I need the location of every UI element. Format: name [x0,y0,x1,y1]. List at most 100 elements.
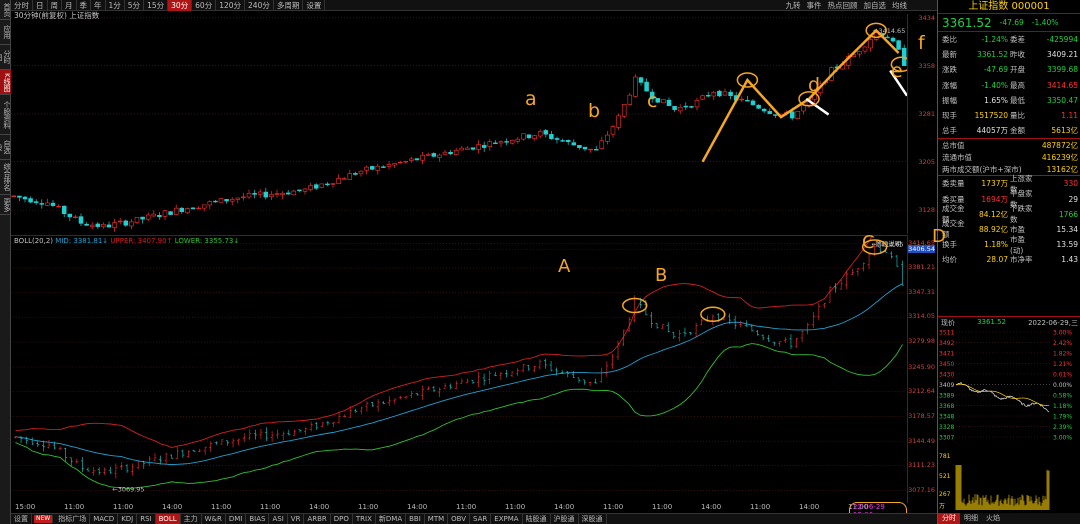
candle [661,99,666,104]
indicator-tab-1[interactable]: NEW [34,515,54,523]
timeframe-6[interactable]: 1分 [106,0,125,11]
timeframe-12[interactable]: 240分 [245,0,274,11]
timeframe-0[interactable]: 分时 [11,0,33,11]
left-nav: 首页应用分时图K线图个股资料自选股综合排名更多 [0,0,11,524]
minichart-tab-0[interactable]: 分时 [938,513,960,524]
indicator-tab-8[interactable]: W&R [202,513,226,524]
ohlc-bar [437,387,441,398]
timeframe-10[interactable]: 60分 [192,0,217,11]
leftnav-item-6[interactable]: 综合排名 [0,160,11,195]
candle [414,158,420,161]
candle [386,161,392,170]
indicator-tab-19[interactable]: OBV [448,513,471,524]
ohlc-bar [237,438,241,446]
ohlc-bar [131,463,135,476]
indicator-tab-0[interactable]: 设置 [11,513,32,524]
ohlc-bar [571,370,575,378]
kline-chart[interactable]: ←3414.65←3069.95 [11,14,907,234]
mini-right-tick: 1.82% [1053,351,1072,358]
leftnav-item-4[interactable]: 个股资料 [0,95,11,135]
ohlc-bar [58,446,62,451]
candle [689,105,694,109]
leftnav-item-3[interactable]: K线图 [0,70,11,95]
leftnav-item-2[interactable]: 分时图 [0,45,11,70]
intraday-minichart[interactable]: 现价 3361.52 2022-06-29,三 3511 3.00% 3492 2.4… [938,316,1080,511]
ohlc-bar [315,421,319,430]
timeframe-2[interactable]: 周 [48,0,62,11]
indicator-tab-18[interactable]: MTM [425,513,449,524]
quote-value: -1.24% [981,35,1008,45]
indicator-tab-20[interactable]: SAR [470,513,492,524]
ohlc-bar [477,372,481,388]
timeframe-14[interactable]: 设置 [303,0,326,11]
leftnav-item-5[interactable]: 自选股 [0,135,11,160]
candle [616,113,621,131]
top-tool-1[interactable]: 事件 [804,0,825,11]
mini-left-tick: 3430 [939,372,954,379]
indicator-tab-9[interactable]: DMI [226,513,247,524]
minichart-tab-2[interactable]: 火焰 [982,513,1004,524]
minichart-tabs: 分时 明细 火焰 [938,513,1080,524]
candle [801,104,806,115]
indicator-tab-12[interactable]: VR [288,513,305,524]
quote-value: 1694万 [981,194,1008,204]
mini-vol-tick: 267 [939,491,951,498]
indicator-tab-2[interactable]: 指标广场 [55,513,91,524]
ohlc-bar [566,370,570,378]
indicator-tab-3[interactable]: MACD [90,513,119,524]
top-right-tools: 九转 事件 热点回顾 加自选 均线 [783,0,911,11]
top-tool-3[interactable]: 加自选 [861,0,890,11]
indicator-tab-6[interactable]: BOLL [155,513,181,524]
timeframe-11[interactable]: 120分 [216,0,246,11]
timeframe-9[interactable]: 30分 [168,0,193,11]
top-tool-0[interactable]: 九转 [783,0,804,11]
indicator-tab-21[interactable]: EXPMA [491,513,523,524]
indicator-tab-11[interactable]: ASI [269,513,288,524]
boll-chart[interactable]: ←3414.65←3069.95阶段说明 [11,235,907,503]
indicator-tab-4[interactable]: KDJ [118,513,138,524]
ohlc-bar [298,429,302,433]
indicator-tab-15[interactable]: TRIX [353,513,376,524]
timeframe-1[interactable]: 日 [33,0,48,11]
candle [627,92,633,106]
indicator-tab-24[interactable]: 深股通 [579,513,607,524]
ohlc-bar [516,368,520,376]
timeframe-4[interactable]: 季 [77,0,91,11]
indicator-tab-23[interactable]: 沪股通 [551,513,579,524]
indicator-tab-5[interactable]: RSI [137,513,156,524]
minichart-tab-1[interactable]: 明细 [960,513,982,524]
ohlc-bar [320,422,324,428]
timeframe-3[interactable]: 月 [62,0,77,11]
candle [509,139,515,145]
time-axis: 15:00 11:00 11:00 14:00 11:00 11:00 14:00 11:00… [11,502,907,520]
quote-label: 振幅 [942,95,957,105]
indicator-tab-22[interactable]: 陆股通 [523,513,551,524]
indicator-tab-7[interactable]: 主力 [181,513,202,524]
candle [252,189,257,199]
candle [129,218,134,230]
candle [487,139,493,151]
candle [437,153,442,162]
timeframe-7[interactable]: 5分 [125,0,145,11]
candle [683,102,689,110]
candle [896,39,901,51]
indicator-tab-17[interactable]: BBI [406,513,425,524]
mini-right-tick: 1.79% [1053,414,1072,421]
market-row: 流通市值 416239亿 [938,151,1080,163]
ohlc-bar [164,452,168,465]
timeframe-5[interactable]: 年 [91,0,106,11]
top-tool-2[interactable]: 热点回顾 [825,0,861,11]
top-tool-4[interactable]: 均线 [889,0,910,11]
timeframe-13[interactable]: 多周期 [274,0,304,11]
candle [364,165,369,175]
indicator-tab-13[interactable]: ARBR [304,513,331,524]
indicator-tab-10[interactable]: BIAS [246,513,270,524]
leftnav-item-7[interactable]: 更多 [0,195,11,215]
indicator-tab-14[interactable]: DPO [331,513,353,524]
ohlc-bar [510,371,514,378]
timeframe-8[interactable]: 15分 [144,0,169,11]
leftnav-item-1[interactable]: 应用 [0,20,11,45]
leftnav-item-0[interactable]: 首页 [0,0,11,20]
indicator-tab-16[interactable]: 新DMA [376,513,407,524]
quote-row: 总手 44057万 金额 5613亿 [938,123,1080,138]
